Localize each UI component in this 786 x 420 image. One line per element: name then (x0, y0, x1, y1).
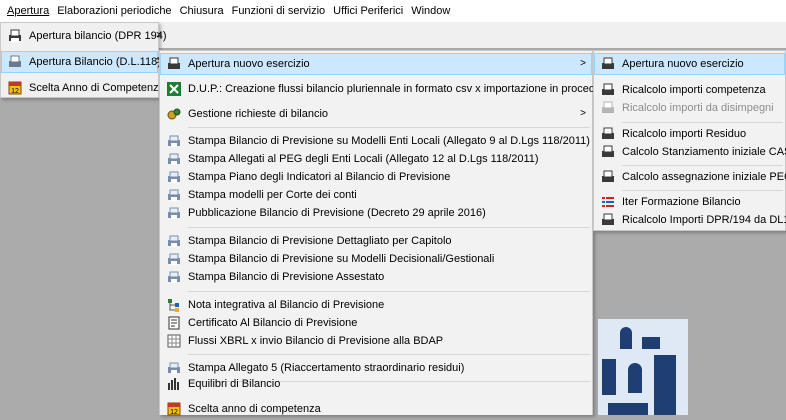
apertura-dropdown: Apertura bilancio (DPR 194) > Apertura B… (0, 22, 167, 99)
printer-doc-icon (602, 213, 614, 225)
menu-item-calcolo-cassa[interactable]: Calcolo Stanziamento iniziale CASSA (594, 141, 786, 163)
menu-window[interactable]: Window (407, 2, 454, 20)
tree-icon (168, 299, 179, 312)
document-icon (168, 316, 180, 330)
print-icon (168, 271, 180, 283)
menu-item-pubblicazione-bilancio[interactable]: Pubblicazione Bilancio di Previsione (De… (160, 202, 592, 224)
bar-chart-icon (168, 378, 179, 390)
print-icon (168, 253, 180, 265)
print-icon (168, 189, 180, 201)
menu-item-gestione-richieste[interactable]: Gestione richieste di bilancio > (160, 103, 592, 125)
print-icon (168, 171, 180, 183)
menu-item-calcolo-peg[interactable]: Calcolo assegnazione iniziale PEG (594, 166, 786, 188)
excel-icon (167, 82, 181, 96)
printer-doc-icon (168, 57, 180, 69)
menu-item-ricalcolo-disimpegni[interactable]: Ricalcolo importi da disimpegni (594, 97, 785, 119)
menu-separator (188, 227, 590, 228)
print-icon (168, 207, 180, 219)
menu-chiusura[interactable]: Chiusura (176, 2, 228, 20)
printer-doc-icon (9, 29, 21, 42)
printer-doc-icon (602, 83, 614, 95)
chevron-right-icon: > (580, 58, 586, 69)
chevron-right-icon: > (580, 108, 586, 119)
grid-icon (167, 334, 181, 348)
svg-text:12: 12 (11, 88, 19, 95)
print-icon (168, 153, 180, 165)
gears-icon (167, 108, 181, 120)
printer-doc-icon (602, 145, 614, 157)
menu-item-scelta-anno-competenza-2[interactable]: 12 Scelta anno di competenza (160, 398, 592, 420)
printer-doc-icon (602, 101, 614, 113)
menu-item-dup-flussi-csv[interactable]: D.U.P.: Creazione flussi bilancio plurie… (160, 78, 635, 100)
menu-item-apertura-nuovo-esercizio-sub[interactable]: Apertura nuovo esercizio (594, 53, 785, 75)
menu-item-apertura-bilancio-dl118[interactable]: Apertura Bilancio (D.L.118) > (1, 51, 162, 73)
menu-item-equilibri-bilancio[interactable]: Equilibri di Bilancio (160, 373, 592, 395)
menu-item-ricalcolo-dpr194[interactable]: Ricalcolo Importi DPR/194 da DL118 (594, 209, 786, 231)
apertura-bilancio-dl118-submenu: Apertura nuovo esercizio > D.U.P.: Creaz… (159, 50, 635, 416)
print-icon (168, 235, 180, 247)
menu-item-apertura-nuovo-esercizio[interactable]: Apertura nuovo esercizio > (160, 53, 592, 75)
chevron-right-icon: > (156, 30, 162, 41)
list-icon (602, 197, 614, 207)
printer-doc-icon (602, 57, 614, 69)
menu-uffici-periferici[interactable]: Uffici Periferici (329, 2, 407, 20)
menu-apertura[interactable]: Apertura (3, 2, 53, 20)
menu-separator (188, 291, 590, 292)
menu-separator (188, 127, 590, 128)
menu-item-flussi-xbrl[interactable]: Flussi XBRL x invio Bilancio di Previsio… (160, 330, 592, 352)
printer-doc-icon (9, 55, 21, 67)
menu-funzioni-di-servizio[interactable]: Funzioni di servizio (228, 2, 330, 20)
menu-separator (188, 354, 590, 355)
printer-doc-icon (602, 170, 614, 182)
menu-elaborazioni-periodiche[interactable]: Elaborazioni periodiche (53, 2, 175, 20)
printer-doc-icon (602, 127, 614, 139)
calendar-icon: 12 (8, 81, 22, 95)
menu-item-apertura-bilancio-dpr194[interactable]: Apertura bilancio (DPR 194) > (1, 25, 167, 47)
calendar-icon: 12 (167, 402, 181, 416)
menu-item-stampa-assestato[interactable]: Stampa Bilancio di Previsione Assestato (160, 266, 592, 288)
menu-item-scelta-anno-competenza[interactable]: 12 Scelta Anno di Competenza (1, 77, 165, 99)
print-icon (168, 135, 180, 147)
menu-bar: Apertura Elaborazioni periodiche Chiusur… (0, 0, 786, 22)
background-logo (598, 319, 688, 415)
apertura-nuovo-esercizio-submenu: Apertura nuovo esercizio Ricalcolo impor… (593, 50, 786, 231)
